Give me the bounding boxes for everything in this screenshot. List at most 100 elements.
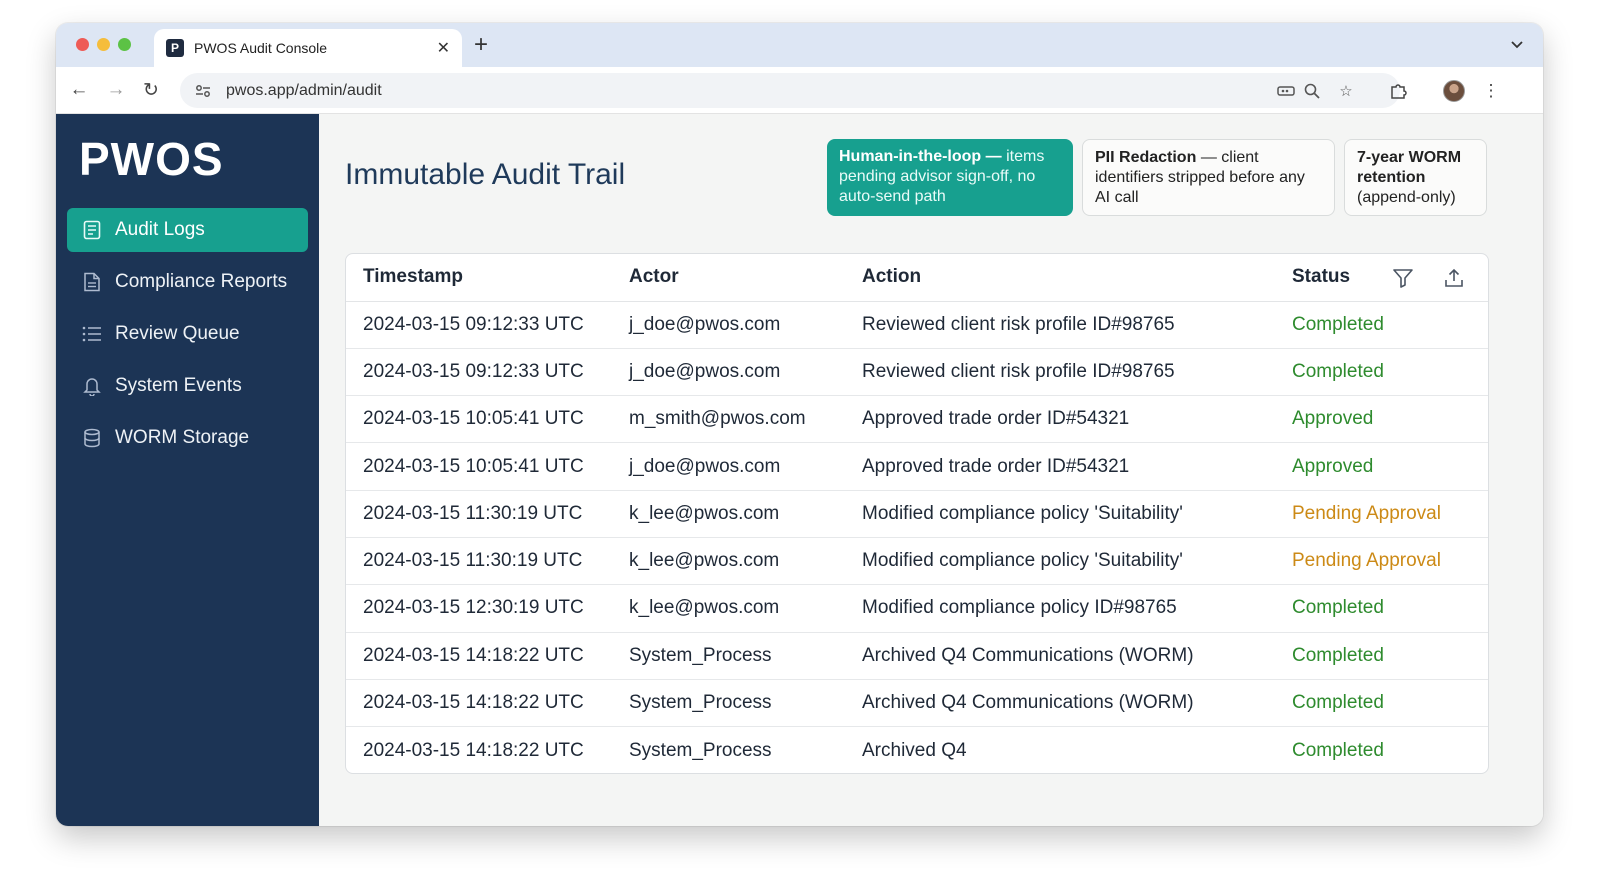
- cell-timestamp: 2024-03-15 10:05:41 UTC: [346, 442, 612, 491]
- sidebar: PWOS Audit Logs Compliance Reports Revie…: [56, 114, 319, 826]
- cell-actor: System_Process: [629, 739, 772, 761]
- minimize-window-button[interactable]: [97, 38, 110, 51]
- browser-toolbar: ← → ↻ pwos.app/admin/audit ☆ ⋮: [56, 67, 1543, 114]
- tab-close-icon[interactable]: ✕: [437, 38, 450, 58]
- cell-status: Approved: [1275, 395, 1488, 444]
- cell-status: Completed: [1292, 739, 1384, 761]
- cell-action: Reviewed client risk profile ID#98765: [845, 301, 1275, 349]
- cell-actor: j_doe@pwos.com: [612, 348, 845, 397]
- table-row[interactable]: 2024-03-15 09:12:33 UTC j_doe@pwos.com Rev…: [346, 301, 1488, 349]
- tab-favicon-icon: P: [166, 39, 184, 57]
- cell-actor: k_lee@pwos.com: [612, 584, 845, 633]
- cell-actor: System_Process: [612, 632, 845, 680]
- table-row[interactable]: 2024-03-15 12:30:19 UTC k_lee@pwos.com Mod…: [346, 584, 1488, 633]
- app-logo: PWOS: [79, 133, 224, 185]
- cell-status: Completed: [1275, 301, 1488, 349]
- password-key-icon[interactable]: [1275, 80, 1297, 102]
- sidebar-item-compliance-reports[interactable]: Compliance Reports: [67, 260, 308, 304]
- cell-status: Pending Approval: [1275, 537, 1488, 586]
- cell-action: Approved trade order ID#54321: [845, 395, 1275, 444]
- cell-status: Completed: [1275, 348, 1488, 397]
- sidebar-item-review-queue[interactable]: Review Queue: [67, 312, 308, 356]
- address-bar[interactable]: pwos.app/admin/audit ☆: [180, 73, 1400, 108]
- browser-tab[interactable]: P PWOS Audit Console ✕: [154, 29, 462, 67]
- table-row[interactable]: 2024-03-15 10:05:41 UTC m_smith@pwos.com A…: [346, 395, 1488, 444]
- cell-actor: System_Process: [612, 679, 845, 728]
- bookmark-star-icon[interactable]: ☆: [1335, 80, 1357, 102]
- back-icon[interactable]: ←: [66, 77, 92, 103]
- table-row[interactable]: 2024-03-15 09:12:33 UTC j_doe@pwos.com Rev…: [346, 348, 1488, 397]
- database-icon: [81, 427, 103, 449]
- tab-search-chevron-icon[interactable]: [1505, 33, 1529, 57]
- sidebar-item-audit-logs[interactable]: Audit Logs: [67, 208, 308, 252]
- profile-avatar[interactable]: [1443, 80, 1465, 102]
- cell-actor: j_doe@pwos.com: [612, 442, 845, 491]
- audit-log-icon: [81, 219, 103, 241]
- cell-action: Modified compliance policy ID#98765: [845, 584, 1275, 633]
- page-title: Immutable Audit Trail: [345, 158, 626, 191]
- new-tab-icon[interactable]: +: [474, 31, 488, 59]
- audit-table-card: Timestamp Actor Action Status 2024-03-15…: [345, 253, 1489, 774]
- badge-heading: PII Redaction: [1095, 149, 1197, 166]
- sidebar-item-system-events[interactable]: System Events: [67, 364, 308, 408]
- audit-table: Timestamp Actor Action Status 2024-03-15…: [346, 254, 1488, 773]
- cell-timestamp: 2024-03-15 11:30:19 UTC: [346, 490, 612, 538]
- reload-icon[interactable]: ↻: [138, 77, 164, 103]
- cell-actor: k_lee@pwos.com: [612, 490, 845, 538]
- table-row[interactable]: 2024-03-15 11:30:19 UTC k_lee@pwos.com Mod…: [346, 537, 1488, 586]
- cell-status: Completed: [1275, 584, 1488, 633]
- table-row[interactable]: 2024-03-15 14:18:22 UTC System_Process Arc…: [346, 727, 1488, 773]
- cell-timestamp: 2024-03-15 09:12:33 UTC: [346, 348, 612, 397]
- extensions-icon[interactable]: [1386, 79, 1410, 103]
- column-header-timestamp[interactable]: Timestamp: [346, 254, 612, 302]
- table-row[interactable]: 2024-03-15 11:30:19 UTC k_lee@pwos.com Mod…: [346, 490, 1488, 538]
- main-content: Immutable Audit Trail Human-in-the-loop …: [319, 114, 1543, 826]
- table-row[interactable]: 2024-03-15 14:18:22 UTC System_Process Arc…: [346, 679, 1488, 728]
- browser-menu-icon[interactable]: ⋮: [1479, 79, 1503, 103]
- cell-status: Approved: [1275, 442, 1488, 491]
- cell-timestamp: 2024-03-15 14:18:22 UTC: [363, 739, 584, 761]
- cell-timestamp: 2024-03-15 11:30:19 UTC: [346, 537, 612, 586]
- sidebar-item-label: WORM Storage: [115, 427, 250, 448]
- cell-status: Pending Approval: [1275, 490, 1488, 538]
- column-header-actor[interactable]: Actor: [612, 254, 845, 302]
- close-window-button[interactable]: [76, 38, 89, 51]
- filter-icon[interactable]: [1391, 266, 1415, 290]
- cell-actor: j_doe@pwos.com: [612, 301, 845, 349]
- cell-actor: k_lee@pwos.com: [612, 537, 845, 586]
- table-header-row: Timestamp Actor Action Status: [346, 254, 1488, 302]
- sidebar-item-label: System Events: [115, 375, 242, 396]
- list-icon: [81, 323, 103, 345]
- table-row[interactable]: 2024-03-15 14:18:22 UTC System_Process Arc…: [346, 632, 1488, 680]
- cell-action: Approved trade order ID#54321: [845, 442, 1275, 491]
- bell-icon: [81, 375, 103, 397]
- sidebar-item-label: Review Queue: [115, 323, 240, 344]
- tab-strip: P PWOS Audit Console ✕ +: [56, 23, 1543, 67]
- cell-status: Completed: [1275, 679, 1488, 728]
- cell-action: Reviewed client risk profile ID#98765: [845, 348, 1275, 397]
- badge-text: (append-only): [1357, 189, 1456, 206]
- cell-action: Archived Q4: [862, 739, 967, 761]
- cell-timestamp: 2024-03-15 12:30:19 UTC: [346, 584, 612, 633]
- sidebar-item-label: Audit Logs: [115, 219, 205, 240]
- maximize-window-button[interactable]: [118, 38, 131, 51]
- column-header-action[interactable]: Action: [845, 254, 1275, 302]
- sidebar-item-worm-storage[interactable]: WORM Storage: [67, 416, 308, 460]
- site-info-icon[interactable]: [192, 80, 214, 102]
- forward-icon[interactable]: →: [103, 77, 129, 103]
- cell-action: Modified compliance policy 'Suitability': [845, 537, 1275, 586]
- badge-heading: 7-year WORM retention: [1357, 149, 1462, 186]
- cell-timestamp: 2024-03-15 14:18:22 UTC: [346, 632, 612, 680]
- human-in-the-loop-badge: Human-in-the-loop — items pending adviso…: [827, 139, 1073, 216]
- cell-timestamp: 2024-03-15 10:05:41 UTC: [346, 395, 612, 444]
- zoom-icon[interactable]: [1301, 80, 1323, 102]
- badge-heading: Human-in-the-loop —: [839, 148, 1002, 165]
- url-text: pwos.app/admin/audit: [226, 81, 382, 99]
- cell-actor: m_smith@pwos.com: [612, 395, 845, 444]
- table-row[interactable]: 2024-03-15 10:05:41 UTC j_doe@pwos.com App…: [346, 442, 1488, 491]
- sidebar-item-label: Compliance Reports: [115, 271, 288, 292]
- document-icon: [81, 271, 103, 293]
- browser-window: P PWOS Audit Console ✕ + ← → ↻ pwos.app/…: [56, 23, 1543, 826]
- export-icon[interactable]: [1442, 266, 1466, 290]
- cell-action: Archived Q4 Communications (WORM): [845, 632, 1275, 680]
